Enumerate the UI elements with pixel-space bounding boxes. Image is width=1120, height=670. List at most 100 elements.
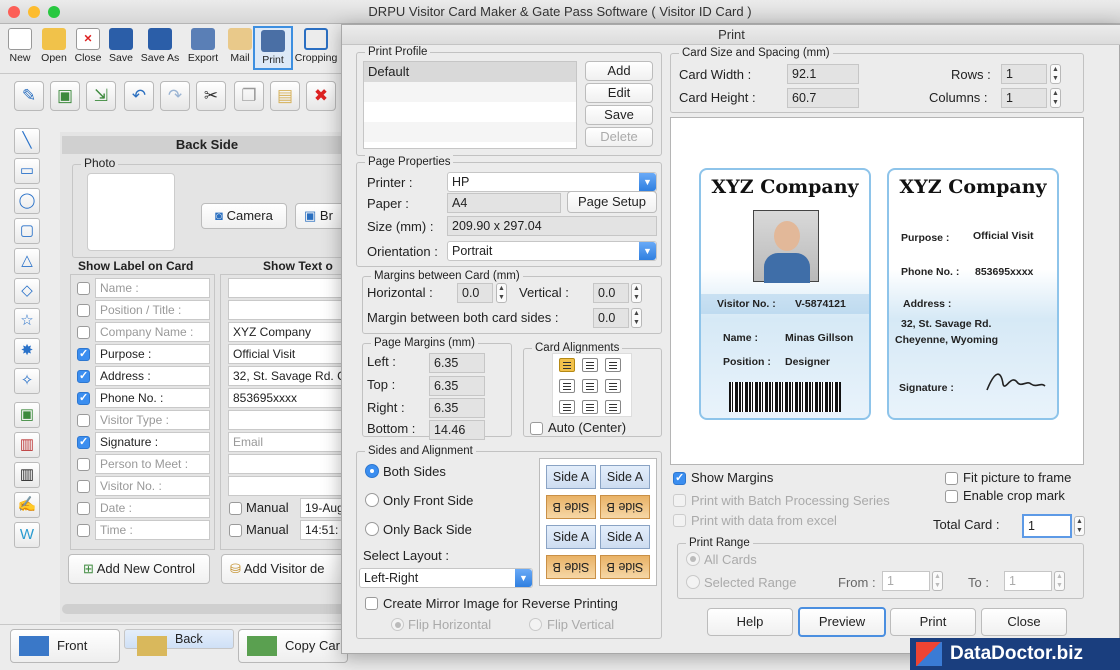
field-label[interactable]: Date : [95,498,210,518]
image-icon[interactable]: ▣ [50,81,80,111]
align-top-center[interactable] [582,358,598,372]
align-top-left[interactable] [559,358,575,372]
rows-field[interactable]: 1 [1001,64,1047,84]
from-stepper[interactable]: ▲ ▼ [932,571,943,591]
profile-save-button[interactable]: Save [585,105,653,125]
field-text[interactable]: Official Visit [228,344,352,364]
total-card-stepper[interactable]: ▲ ▼ [1074,516,1085,536]
barcode-tool-icon[interactable]: ▥ [14,462,40,488]
crop-mark-checkbox[interactable] [945,490,958,503]
close-window-icon[interactable] [8,6,20,18]
show-label-checkbox[interactable] [77,347,90,361]
tab-front[interactable]: Front [10,629,120,663]
align-top-right[interactable] [605,358,621,372]
horizontal-stepper[interactable]: ▲ ▼ [496,283,507,303]
paste-icon[interactable]: ▤ [270,81,300,111]
field-label[interactable]: Phone No. : [95,388,210,408]
manual-checkbox[interactable] [229,502,242,515]
copy-icon[interactable]: ❐ [234,81,264,111]
fit-picture-checkbox[interactable] [945,472,958,485]
flip-vertical-radio[interactable] [529,618,542,631]
field-text[interactable]: 853695xxxx [228,388,352,408]
batch-processing-checkbox[interactable] [673,494,686,507]
field-text[interactable]: 32, St. Savage Rd. C [228,366,352,386]
save-button[interactable]: Save [106,26,136,70]
to-stepper[interactable]: ▲ ▼ [1054,571,1065,591]
print-dialog-button[interactable]: Print [890,608,976,636]
import-icon[interactable]: ⇲ [86,81,116,111]
print-button[interactable]: Print [253,26,293,70]
rows-stepper[interactable]: ▲ ▼ [1050,64,1061,84]
manual-checkbox[interactable] [229,524,242,537]
to-field[interactable]: 1 [1004,571,1052,591]
help-button[interactable]: Help [707,608,793,636]
save-as-button[interactable]: Save As [139,26,181,70]
cross-star-tool-icon[interactable]: ✧ [14,368,40,394]
cropping-button[interactable]: Cropping [293,26,339,70]
field-label[interactable]: Visitor Type : [95,410,210,430]
minimize-window-icon[interactable] [28,6,40,18]
close-dialog-button[interactable]: Close [981,608,1067,636]
vertical-stepper[interactable]: ▲ ▼ [631,283,642,303]
rounded-rect-tool-icon[interactable]: ▢ [14,218,40,244]
back-side-radio[interactable] [365,522,379,536]
photo-placeholder[interactable] [87,173,175,251]
rectangle-tool-icon[interactable]: ▭ [14,158,40,184]
show-label-checkbox[interactable] [77,369,90,383]
star-tool-icon[interactable]: ☆ [14,308,40,334]
redo-icon[interactable]: ↷ [160,81,190,111]
columns-stepper[interactable]: ▲ ▼ [1050,88,1061,108]
align-bottom-left[interactable] [559,400,575,414]
show-label-checkbox[interactable] [77,502,90,515]
show-label-checkbox[interactable] [77,282,90,295]
field-label[interactable]: Person to Meet : [95,454,210,474]
field-text[interactable]: XYZ Company [228,322,352,342]
open-button[interactable]: Open [38,26,70,70]
columns-field[interactable]: 1 [1001,88,1047,108]
tab-back[interactable]: Back [124,629,234,656]
watermark-tool-icon[interactable]: W [14,522,40,548]
bottom-margin-field[interactable]: 14.46 [429,420,485,440]
delete-icon[interactable]: ✖ [306,81,336,111]
align-bottom-right[interactable] [605,400,621,414]
align-middle-right[interactable] [605,379,621,393]
edit-icon[interactable]: ✎ [14,81,44,111]
field-label[interactable]: Time : [95,520,210,540]
signature-tool-icon[interactable]: ✍ [14,492,40,518]
horizontal-field[interactable]: 0.0 [457,283,493,303]
camera-button[interactable]: ◙ Camera [201,203,287,229]
both-sides-margin-stepper[interactable]: ▲ ▼ [631,308,642,328]
show-label-checkbox[interactable] [77,326,90,339]
burst-tool-icon[interactable]: ✸ [14,338,40,364]
preview-button[interactable]: Preview [798,607,886,637]
add-visitor-button[interactable]: ⛁ Add Visitor de [221,554,351,584]
field-label[interactable]: Address : [95,366,210,386]
field-text[interactable] [228,476,352,496]
field-text[interactable]: Email [228,432,352,452]
all-cards-radio[interactable] [686,552,700,566]
add-new-control-button[interactable]: ⊞ Add New Control [68,554,210,584]
card-width-field[interactable]: 92.1 [787,64,859,84]
selected-range-radio[interactable] [686,575,700,589]
export-button[interactable]: Export [185,26,221,70]
line-tool-icon[interactable]: ╲ [14,128,40,154]
show-label-checkbox[interactable] [77,304,90,317]
profile-delete-button[interactable]: Delete [585,127,653,147]
tab-copy-card[interactable]: Copy Car [238,629,348,663]
mirror-image-checkbox[interactable] [365,597,378,610]
profile-edit-button[interactable]: Edit [585,83,653,103]
profile-add-button[interactable]: Add [585,61,653,81]
auto-center-checkbox[interactable] [530,422,543,435]
size-field[interactable]: 209.90 x 297.04 [447,216,657,236]
show-margins-checkbox[interactable] [673,471,686,485]
show-label-checkbox[interactable] [77,480,90,493]
layout-select[interactable]: Left-Right ▼ [359,568,533,588]
diamond-tool-icon[interactable]: ◇ [14,278,40,304]
field-text[interactable] [228,410,352,430]
page-setup-button[interactable]: Page Setup [567,191,657,213]
front-side-radio[interactable] [365,493,379,507]
from-field[interactable]: 1 [882,571,930,591]
editor-scrollbar[interactable] [62,604,350,614]
both-sides-radio[interactable] [365,464,379,478]
profile-item[interactable]: Default [364,62,576,82]
